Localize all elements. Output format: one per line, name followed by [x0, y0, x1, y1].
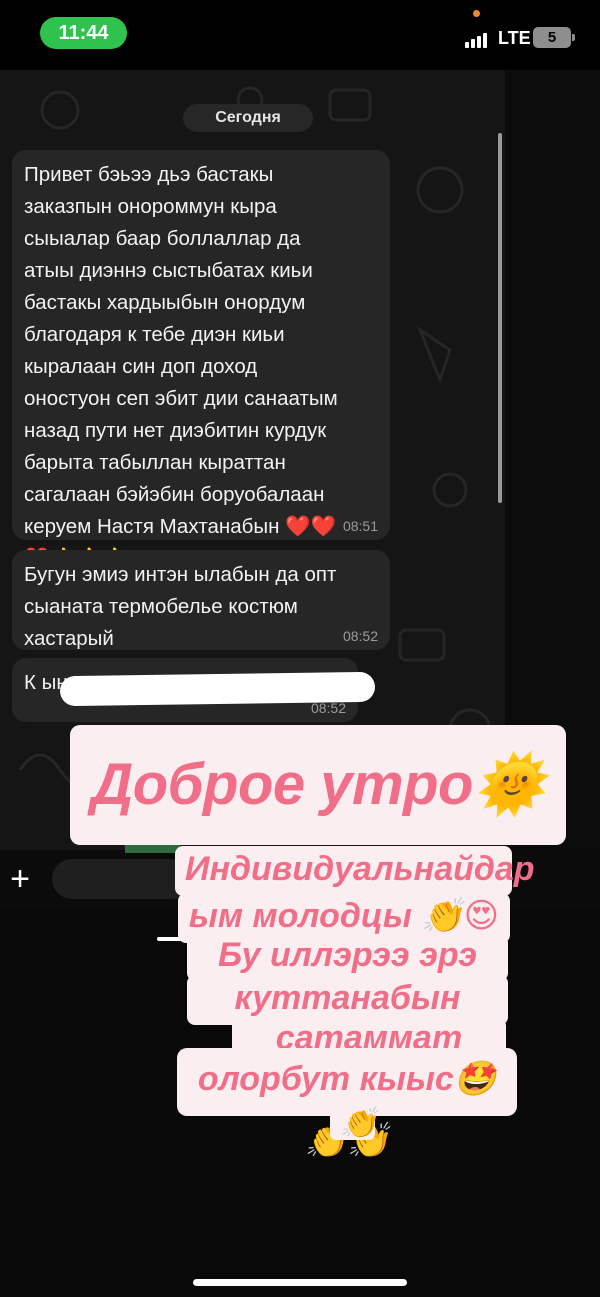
- network-type: LTE: [498, 28, 531, 48]
- message-bubble[interactable]: Бугун эмиэ интэн ылабын да опт сыаната т…: [12, 550, 390, 650]
- message-bubble[interactable]: Привет бэьээ дьэ бастакы заказпын онором…: [12, 150, 390, 570]
- signal-icon: [465, 30, 493, 48]
- message-time: 08:51: [342, 518, 378, 534]
- date-divider: Сегодня: [183, 104, 313, 132]
- sticker-line: олорбут кыыс🤩👏👏: [177, 1048, 517, 1160]
- battery-level: 5: [547, 29, 557, 46]
- sticker-line: Индивидуальнайдар: [175, 846, 535, 896]
- plus-icon[interactable]: +: [6, 862, 34, 896]
- redaction-scribble: [59, 671, 376, 707]
- message-time: 08:52: [342, 628, 378, 644]
- message-text: Привет бэьээ дьэ бастакы заказпын онором…: [24, 163, 338, 570]
- sticker-title: Доброе утро🌞🥰: [70, 725, 566, 937]
- battery-icon: 5: [533, 27, 575, 48]
- privacy-indicator-dot: [473, 10, 480, 17]
- status-time: 11:44: [40, 17, 127, 49]
- sticker-line: 👏: [330, 1108, 377, 1140]
- home-indicator[interactable]: [193, 1279, 407, 1286]
- message-text: Бугун эмиэ интэн ылабын да опт сыаната т…: [24, 563, 337, 650]
- chat-scrollbar[interactable]: [498, 133, 502, 503]
- message-input[interactable]: [52, 859, 192, 899]
- status-bar: 11:44 LTE 5: [0, 0, 600, 70]
